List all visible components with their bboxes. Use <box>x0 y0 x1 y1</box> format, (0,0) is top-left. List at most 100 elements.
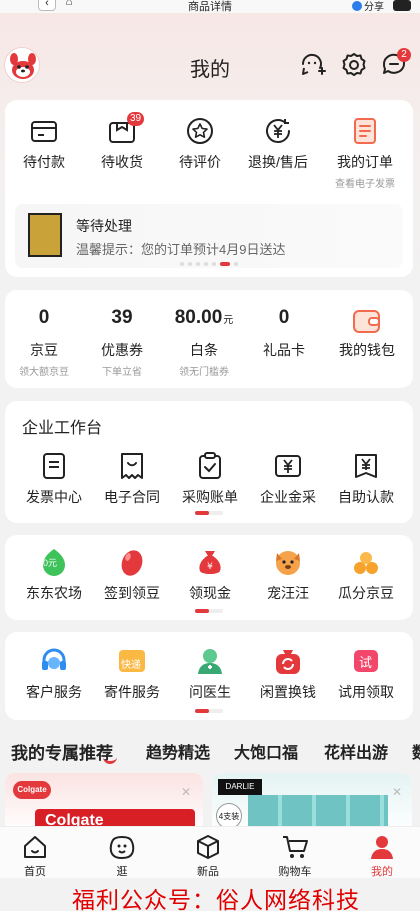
service-label: 问医生 <box>189 684 231 700</box>
battery-icon <box>393 0 411 11</box>
bottom-tab-bar: 首页 逛 新品 购物车 我的 <box>0 826 420 878</box>
jingdou-value: 0 <box>38 307 50 328</box>
baitiao-value: 80.00元 <box>161 307 247 331</box>
view-invoice-link[interactable]: 查看电子发票 <box>317 175 413 190</box>
order-pending-payment[interactable]: 待付款 <box>5 116 83 190</box>
sell-used-items[interactable]: 闲置换钱 <box>249 646 327 702</box>
order-to-review[interactable]: 待评价 <box>161 116 239 190</box>
order-return-aftersale[interactable]: 退换/售后 <box>239 116 317 190</box>
trial-badge: 试 <box>359 655 373 670</box>
enterprise-label: 发票中心 <box>26 489 82 505</box>
wallet-card: 0 京豆 领大额京豆 39 优惠券 下单立省 80.00元 白条 领无门槛券 0… <box>5 290 413 388</box>
tab-label: 首页 <box>24 866 46 878</box>
tab-digital[interactable]: 数 <box>412 739 420 763</box>
baitiao-unit: 元 <box>223 315 234 326</box>
message-badge: 2 <box>397 48 411 62</box>
services-pager <box>195 709 223 713</box>
wallet-icon <box>353 310 380 333</box>
activity-label: 宠汪汪 <box>267 585 309 601</box>
order-item-label: 待付款 <box>23 154 65 170</box>
headset-icon <box>42 648 66 670</box>
add-friend-icon[interactable] <box>300 52 326 78</box>
star-review-icon <box>187 118 213 144</box>
jingdou-stat[interactable]: 0 京豆 领大额京豆 <box>5 307 83 378</box>
order-item-label: 待评价 <box>179 154 221 170</box>
share-jingdou[interactable]: 瓜分京豆 <box>327 547 405 603</box>
purchase-bill[interactable]: 采购账单 <box>171 451 249 507</box>
close-icon[interactable]: ✕ <box>181 785 191 799</box>
wallet-label: 礼品卡 <box>263 342 305 358</box>
wallet-label: 我的钱包 <box>339 342 395 358</box>
e-contract[interactable]: 电子合同 <box>93 451 171 507</box>
product-card-colgate[interactable]: Colgate Colgate ✕ <box>5 773 203 833</box>
share-icon <box>352 1 362 11</box>
invoice-center[interactable]: 发票中心 <box>15 451 93 507</box>
cart-icon <box>283 836 308 858</box>
settings-gear-icon[interactable] <box>341 52 367 78</box>
browse-face-icon <box>109 836 135 859</box>
giftcard-stat[interactable]: 0 礼品卡 <box>247 307 321 378</box>
activity-label: 领现金 <box>189 585 231 601</box>
orders-card: 待付款 39 待收货 待评价 退换/售后 我的订单 查看电子发票 等待处理 温馨… <box>5 100 413 277</box>
pet-wangwang[interactable]: 宠汪汪 <box>249 547 327 603</box>
wallet-sub: 领无门槛券 <box>179 367 229 378</box>
tab-browse[interactable]: 逛 <box>92 833 152 879</box>
watermark-text: 福利公众号：俗人网络科技 <box>72 888 360 911</box>
collect-cash[interactable]: ¥ 领现金 <box>171 547 249 603</box>
tab-cart[interactable]: 购物车 <box>265 833 325 879</box>
tab-food[interactable]: 大饱口福 <box>234 739 298 763</box>
tab-mine[interactable]: 我的 <box>352 833 412 879</box>
service-label: 客户服务 <box>26 684 82 700</box>
tab-travel[interactable]: 花样出游 <box>324 739 388 763</box>
recommend-tabs: 我的专属推荐 趋势精选 大饱口福 花样出游 数 <box>0 733 420 771</box>
service-label: 寄件服务 <box>104 684 160 700</box>
my-wallet[interactable]: 我的钱包 <box>321 307 413 378</box>
sign-in-beans[interactable]: 签到领豆 <box>93 547 171 603</box>
pending-title: 等待处理 <box>76 218 132 234</box>
my-orders[interactable]: 我的订单 查看电子发票 <box>317 116 413 190</box>
product-card-darlie[interactable]: DARLIE 4支装 ✕ <box>212 773 412 833</box>
dongdong-farm[interactable]: 0元 东东农场 <box>15 547 93 603</box>
express-badge: 快递 <box>121 660 141 671</box>
enterprise-pager <box>195 511 223 515</box>
self-payment-claim[interactable]: 自助认款 <box>327 451 405 507</box>
free-trial[interactable]: 试 试用领取 <box>327 646 405 702</box>
order-to-receive[interactable]: 39 待收货 <box>83 112 161 190</box>
activities-pager <box>195 609 223 613</box>
close-icon[interactable]: ✕ <box>392 785 402 799</box>
activity-label: 瓜分京豆 <box>338 585 394 601</box>
activity-label: 签到领豆 <box>104 585 160 601</box>
doctor-icon <box>198 649 222 674</box>
enterprise-procurement[interactable]: 企业金采 <box>249 451 327 507</box>
enterprise-row: 发票中心 电子合同 采购账单 企业金采 自助认款 <box>15 451 420 507</box>
giftcard-value: 0 <box>278 307 290 328</box>
activities-card: 0元 东东农场 签到领豆 ¥ 领现金 宠汪汪 瓜分京豆 <box>5 535 413 620</box>
wallet-sub: 下单立省 <box>102 367 142 378</box>
wallet-label: 白条 <box>190 342 218 358</box>
tab-label: 购物车 <box>278 866 312 878</box>
yen-card-icon <box>275 455 301 477</box>
cube-box-icon <box>197 835 219 859</box>
tab-my-recommend[interactable]: 我的专属推荐 <box>11 739 117 764</box>
invoice-icon <box>43 453 65 479</box>
pending-order-banner[interactable]: 等待处理 温馨提示：您的订单预计4月9日送达 <box>15 204 403 268</box>
dog-face-icon <box>276 551 300 575</box>
customer-service[interactable]: 客户服务 <box>15 646 93 702</box>
wallet-sub: 领大额京豆 <box>19 367 69 378</box>
tab-home[interactable]: 首页 <box>5 833 65 879</box>
share-button[interactable]: 分享 <box>352 0 384 13</box>
farm-badge: 0元 <box>43 558 58 568</box>
svg-text:¥: ¥ <box>207 562 213 572</box>
enterprise-title: 企业工作台 <box>22 420 103 437</box>
tab-trending[interactable]: 趋势精选 <box>146 739 210 763</box>
coupon-stat[interactable]: 39 优惠券 下单立省 <box>83 307 161 378</box>
pending-hint: 温馨提示：您的订单预计4月9日送达 <box>76 242 286 257</box>
baitiao-stat[interactable]: 80.00元 白条 领无门槛券 <box>161 307 247 378</box>
refund-yen-icon <box>266 119 290 143</box>
yen-shield-icon <box>355 454 377 478</box>
brand-name: DARLIE <box>225 782 255 791</box>
enterprise-label: 企业金采 <box>260 489 316 505</box>
courier-service[interactable]: 快递 寄件服务 <box>93 646 171 702</box>
tab-new[interactable]: 新品 <box>178 833 238 879</box>
ask-doctor[interactable]: 问医生 <box>171 646 249 702</box>
